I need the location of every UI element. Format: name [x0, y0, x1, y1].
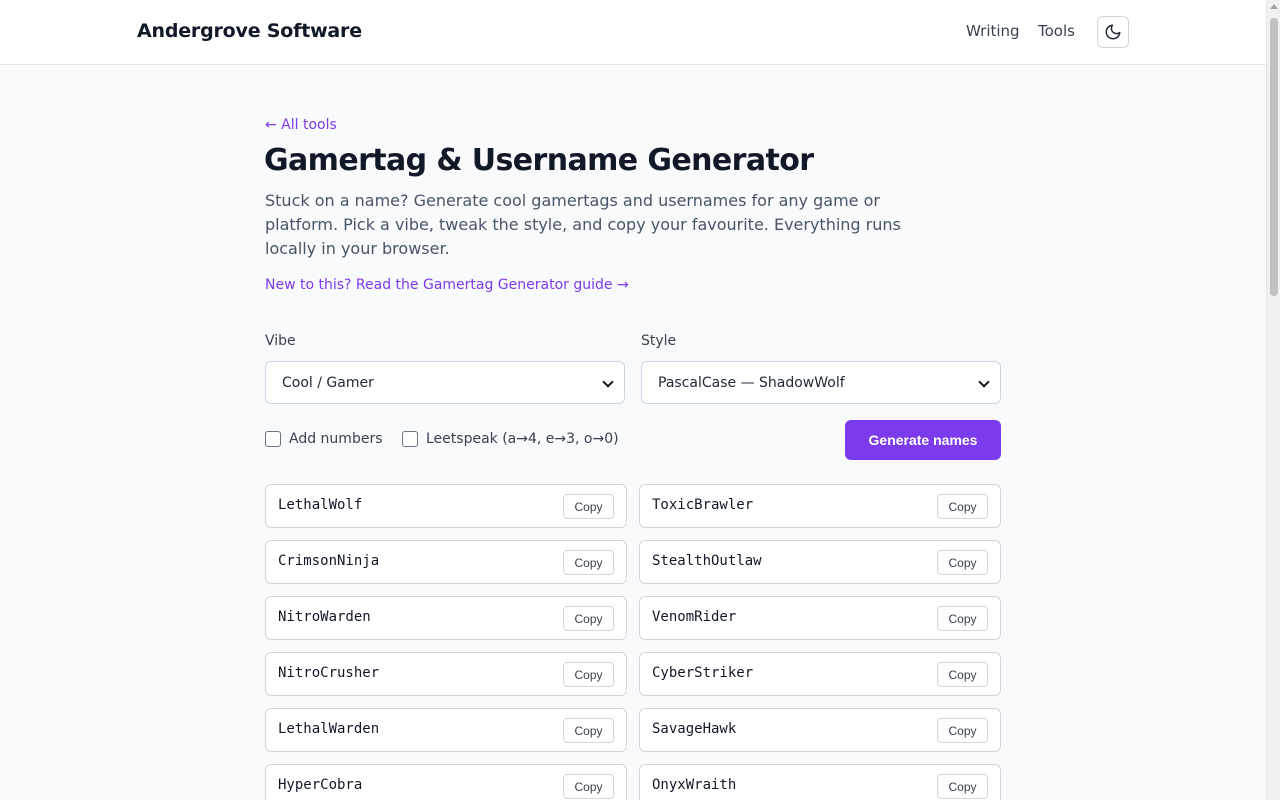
name-card: HyperCobra Copy [265, 764, 627, 800]
brand-logo[interactable]: Andergrove Software [137, 20, 362, 42]
style-label: Style [641, 333, 677, 349]
page-title: Gamertag & Username Generator [264, 143, 814, 178]
style-select-value: PascalCase — ShadowWolf [658, 374, 845, 391]
name-card: VenomRider Copy [639, 596, 1001, 640]
generated-name: LethalWarden [278, 721, 380, 737]
copy-button[interactable]: Copy [563, 494, 614, 519]
add-numbers-checkbox[interactable] [265, 431, 281, 447]
name-card: SavageHawk Copy [639, 708, 1001, 752]
generated-name: VenomRider [652, 609, 737, 625]
leetspeak-option[interactable]: Leetspeak (a→4, e→3, o→0) [402, 431, 619, 447]
copy-button[interactable]: Copy [937, 662, 988, 687]
site-header: Andergrove Software Writing Tools [0, 0, 1266, 65]
generated-name: NitroCrusher [278, 665, 380, 681]
copy-button[interactable]: Copy [563, 774, 614, 799]
vibe-select-value: Cool / Gamer [282, 374, 374, 391]
name-card: CrimsonNinja Copy [265, 540, 627, 584]
all-tools-link[interactable]: ← All tools [265, 117, 337, 133]
style-select[interactable]: PascalCase — ShadowWolf [641, 361, 1001, 404]
name-card: LethalWarden Copy [265, 708, 627, 752]
name-card: OnyxWraith Copy [639, 764, 1001, 800]
copy-button[interactable]: Copy [937, 606, 988, 631]
generated-name: LethalWolf [278, 497, 363, 513]
copy-button[interactable]: Copy [937, 494, 988, 519]
theme-toggle-button[interactable] [1097, 16, 1129, 48]
generated-name: ToxicBrawler [652, 497, 754, 513]
add-numbers-option[interactable]: Add numbers [265, 431, 383, 447]
generated-name: HyperCobra [278, 777, 363, 793]
scrollbar-thumb[interactable] [1270, 18, 1278, 296]
vibe-select[interactable]: Cool / Gamer [265, 361, 625, 404]
name-card: LethalWolf Copy [265, 484, 627, 528]
copy-button[interactable]: Copy [937, 718, 988, 743]
name-card: StealthOutlaw Copy [639, 540, 1001, 584]
scroll-up-arrow-icon[interactable] [1270, 4, 1278, 9]
copy-button[interactable]: Copy [937, 774, 988, 799]
guide-link[interactable]: New to this? Read the Gamertag Generator… [265, 277, 629, 293]
copy-button[interactable]: Copy [563, 718, 614, 743]
copy-button[interactable]: Copy [563, 662, 614, 687]
copy-button[interactable]: Copy [937, 550, 988, 575]
intro-text: Stuck on a name? Generate cool gamertags… [265, 191, 901, 258]
generated-name: CyberStriker [652, 665, 754, 681]
add-numbers-label: Add numbers [289, 431, 383, 447]
name-card: NitroCrusher Copy [265, 652, 627, 696]
chevron-down-icon [602, 376, 614, 388]
page-scrollbar[interactable] [1266, 0, 1280, 800]
nav-writing[interactable]: Writing [966, 22, 1020, 40]
name-card: NitroWarden Copy [265, 596, 627, 640]
name-card: ToxicBrawler Copy [639, 484, 1001, 528]
generated-name: StealthOutlaw [652, 553, 762, 569]
chevron-down-icon [978, 376, 990, 388]
generated-name: NitroWarden [278, 609, 371, 625]
generated-name: SavageHawk [652, 721, 737, 737]
leetspeak-label: Leetspeak (a→4, e→3, o→0) [426, 431, 619, 447]
generate-names-button[interactable]: Generate names [845, 420, 1001, 460]
moon-icon [1105, 24, 1121, 40]
generated-name: OnyxWraith [652, 777, 737, 793]
nav-tools[interactable]: Tools [1038, 22, 1075, 40]
vibe-label: Vibe [265, 333, 296, 349]
copy-button[interactable]: Copy [563, 550, 614, 575]
copy-button[interactable]: Copy [563, 606, 614, 631]
name-card: CyberStriker Copy [639, 652, 1001, 696]
generated-name: CrimsonNinja [278, 553, 380, 569]
leetspeak-checkbox[interactable] [402, 431, 418, 447]
